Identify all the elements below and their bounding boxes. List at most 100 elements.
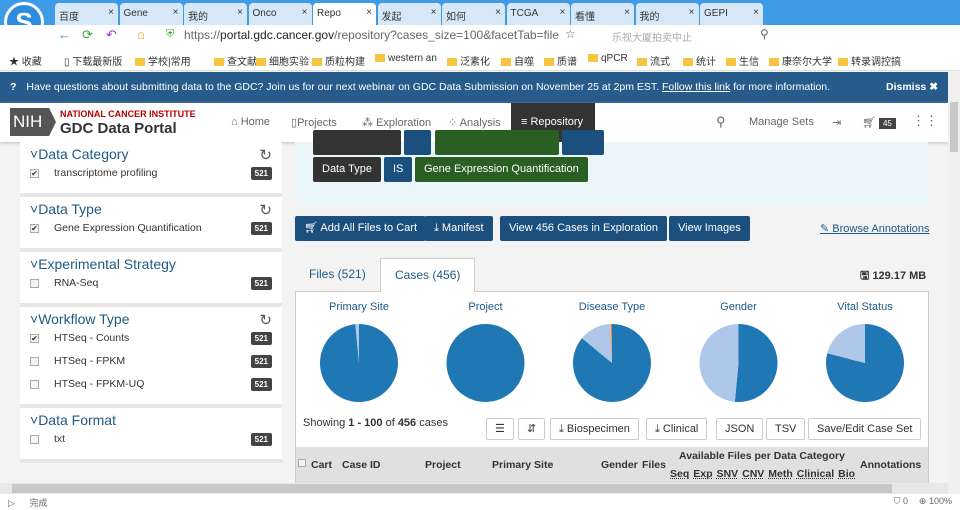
col-meth[interactable]: Meth xyxy=(768,468,793,480)
bookmark-item[interactable]: 细胞实验 xyxy=(256,53,309,68)
facet-item[interactable]: txt 521 xyxy=(30,428,272,451)
checkbox[interactable] xyxy=(30,357,39,366)
bookmark-item[interactable]: 生信 xyxy=(726,53,759,68)
bookmark-item[interactable]: ★ 收藏 xyxy=(9,53,42,68)
col-clinical[interactable]: Clinical xyxy=(797,468,834,480)
pie-slice[interactable] xyxy=(446,324,525,402)
bookmark-item[interactable]: western an xyxy=(375,53,437,64)
facet-title[interactable]: ˅Data Format xyxy=(30,412,272,428)
tsv-button[interactable]: TSV xyxy=(766,418,806,440)
manifest-button[interactable]: ⤓ Manifest xyxy=(425,216,493,241)
bookmark-item[interactable]: 转录调控搞 xyxy=(838,53,901,68)
tab-cases[interactable]: Cases (456) xyxy=(380,258,476,292)
column-list-button[interactable]: ☰ xyxy=(486,418,514,440)
bookmark-item[interactable]: 质谱 xyxy=(544,53,577,68)
query-field-pill[interactable]: Data Type xyxy=(313,157,381,182)
col-primary-site[interactable]: Primary Site xyxy=(492,459,553,471)
col-annotations[interactable]: Annotations xyxy=(860,459,921,471)
browser-tab[interactable]: Gene × xyxy=(119,3,183,25)
col-exp[interactable]: Exp xyxy=(693,468,712,480)
clinical-button[interactable]: ⤓ Clinical xyxy=(646,418,708,440)
home-icon[interactable]: ⌂ xyxy=(137,27,145,42)
browse-annotations-link[interactable]: ✎ Browse Annotations xyxy=(820,222,930,235)
col-gender[interactable]: Gender xyxy=(601,459,638,471)
browser-tab[interactable]: Onco × xyxy=(248,3,312,25)
checkbox[interactable] xyxy=(30,380,39,389)
facet-title[interactable]: ˅Experimental Strategy xyxy=(30,256,272,272)
facet-title[interactable]: ˅Data Type xyxy=(30,201,272,217)
checkbox[interactable] xyxy=(30,435,39,444)
facet-item[interactable]: ✔ Gene Expression Quantification 521 xyxy=(30,217,272,240)
select-all-checkbox[interactable] xyxy=(298,459,306,467)
search-field[interactable]: 乐视大厦拍卖中止 xyxy=(612,29,692,44)
col-cart[interactable]: Cart xyxy=(311,459,332,471)
view-images-button[interactable]: View Images xyxy=(669,216,750,241)
view-cases-in-exploration-button[interactable]: View 456 Cases in Exploration xyxy=(500,216,667,241)
checkbox[interactable] xyxy=(30,279,39,288)
bookmark-item[interactable]: 学校|常用 xyxy=(135,53,191,68)
browser-tab[interactable]: 发起 × xyxy=(377,3,441,25)
nav-analysis[interactable]: ⁘ Analysis xyxy=(448,116,501,129)
nav-home[interactable]: ⌂ Home xyxy=(231,116,270,128)
col-bio[interactable]: Bio xyxy=(838,468,855,480)
pie-slice[interactable] xyxy=(699,324,739,402)
checkbox[interactable]: ✔ xyxy=(30,169,39,178)
bookmark-item[interactable]: 流式 xyxy=(637,53,670,68)
browser-tab[interactable]: 我的 × xyxy=(635,3,699,25)
bookmark-item[interactable]: 查文献 xyxy=(214,53,257,68)
col-snv[interactable]: SNV xyxy=(717,468,739,480)
save-edit-case-set-button[interactable]: Save/Edit Case Set xyxy=(808,418,922,440)
biospecimen-button[interactable]: ⤓ Biospecimen xyxy=(550,418,639,440)
cart-button[interactable]: 🛒︎ 45 xyxy=(862,116,896,129)
browser-tab[interactable]: GEPI × xyxy=(700,3,763,25)
search-icon[interactable]: ⚲ xyxy=(760,27,769,41)
bookmark-item[interactable]: ▯ 下载最新版 xyxy=(64,53,122,68)
apps-grid-icon[interactable]: ⋮⋮ xyxy=(912,113,938,129)
browser-tab[interactable]: TCGA × xyxy=(506,3,570,25)
horizontal-scrollbar[interactable] xyxy=(0,483,948,494)
query-value-pill[interactable]: Gene Expression Quantification xyxy=(415,157,588,182)
facet-title[interactable]: ˅Workflow Type xyxy=(30,311,272,327)
browser-tab[interactable]: Repo × xyxy=(313,3,376,25)
refresh-icon[interactable]: ⟳ xyxy=(82,27,93,43)
search-icon[interactable]: ⚲ xyxy=(716,114,726,130)
pie-slice[interactable] xyxy=(734,324,778,402)
facet-item[interactable]: ✔ HTSeq - Counts 521 xyxy=(30,327,272,350)
col-seq[interactable]: Seq xyxy=(670,468,689,480)
portal-title[interactable]: GDC Data Portal xyxy=(60,120,177,137)
col-cnv[interactable]: CNV xyxy=(742,468,764,480)
undo-icon[interactable]: ↶ xyxy=(106,27,117,43)
back-icon[interactable]: ← xyxy=(58,27,71,42)
facet-item[interactable]: HTSeq - FPKM 521 xyxy=(30,350,272,373)
browser-tab[interactable]: 我的 × xyxy=(184,3,247,25)
browser-tab[interactable]: 看懂 × xyxy=(571,3,634,25)
facet-title[interactable]: ˅Data Category xyxy=(30,146,272,162)
browser-tab[interactable]: 如何 × xyxy=(442,3,505,25)
browser-tab[interactable]: 百度 × xyxy=(55,3,118,25)
status-play-icon[interactable]: ▷ xyxy=(8,498,15,508)
checkbox[interactable]: ✔ xyxy=(30,224,39,233)
banner-link[interactable]: Follow this link xyxy=(662,81,730,93)
tab-files[interactable]: Files (521) xyxy=(295,258,380,291)
col-case-id[interactable]: Case ID xyxy=(342,459,381,471)
vertical-scrollbar[interactable] xyxy=(948,72,960,494)
url-field[interactable]: https://portal.gdc.cancer.gov/repository… xyxy=(184,28,559,42)
zoom-level[interactable]: ⊕ 100% xyxy=(919,496,952,507)
json-button[interactable]: JSON xyxy=(716,418,764,440)
add-all-files-to-cart-button[interactable]: 🛒︎ Add All Files to Cart xyxy=(295,216,427,241)
bookmark-item[interactable]: 统计 xyxy=(683,53,716,68)
col-project[interactable]: Project xyxy=(425,459,461,471)
nav-projects[interactable]: ▯Projects xyxy=(291,116,337,129)
nih-logo[interactable]: NIH xyxy=(10,108,56,136)
col-files[interactable]: Files xyxy=(642,459,666,471)
sort-button[interactable]: ⇵ xyxy=(518,418,546,440)
bookmark-item[interactable]: 自噬 xyxy=(501,53,534,68)
facet-item[interactable]: ✔ transcriptome profiling 521 xyxy=(30,162,272,185)
bookmark-item[interactable]: 质粒构建 xyxy=(312,53,365,68)
checkbox[interactable]: ✔ xyxy=(30,334,39,343)
bookmark-item[interactable]: 康奈尔大学 xyxy=(769,53,832,68)
star-icon[interactable]: ☆ xyxy=(565,27,576,41)
bookmark-item[interactable]: qPCR xyxy=(588,53,628,64)
query-operator-pill[interactable]: IS xyxy=(384,157,413,182)
manage-sets-link[interactable]: Manage Sets xyxy=(749,116,814,128)
